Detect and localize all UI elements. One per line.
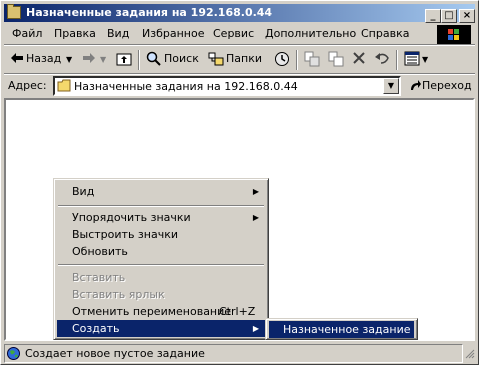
resize-grip-icon[interactable] bbox=[465, 349, 475, 362]
context-item-shortcut: Ctrl+Z bbox=[219, 305, 256, 318]
search-icon[interactable] bbox=[146, 51, 161, 69]
search-button[interactable]: Поиск bbox=[164, 52, 199, 65]
back-arrow-icon[interactable] bbox=[10, 52, 24, 67]
folder-icon bbox=[57, 79, 71, 95]
close-button[interactable]: × bbox=[459, 9, 475, 23]
menu-view[interactable]: Вид bbox=[107, 27, 129, 40]
undo-icon[interactable] bbox=[374, 51, 390, 68]
context-item-label: Вид bbox=[72, 185, 95, 198]
context-item-refresh[interactable]: Обновить bbox=[57, 243, 265, 260]
status-panel: Создает новое пустое задание bbox=[4, 344, 463, 363]
maximize-button[interactable]: □ bbox=[441, 9, 457, 23]
go-button[interactable]: Переход bbox=[422, 79, 472, 92]
menu-advanced[interactable]: Дополнительно bbox=[265, 27, 356, 40]
context-item-arrange-icons[interactable]: Упорядочить значки ▶ bbox=[57, 209, 265, 226]
submenu-item-label: Назначенное задание bbox=[283, 323, 411, 336]
context-item-label: Отменить переименование bbox=[72, 305, 232, 318]
views-dropdown-icon[interactable]: ▼ bbox=[422, 55, 428, 64]
context-item-label: Обновить bbox=[72, 245, 128, 258]
submenu-arrow-icon: ▶ bbox=[252, 187, 259, 196]
window-title: Назначенные задания на 192.168.0.44 bbox=[26, 6, 273, 19]
windows-logo-icon bbox=[437, 25, 471, 45]
folders-button[interactable]: Папки bbox=[226, 52, 262, 65]
toolbar: Назад ▼ ▼ Поиск Папки ▼ bbox=[4, 46, 475, 74]
history-icon[interactable] bbox=[274, 51, 290, 70]
menu-edit[interactable]: Правка bbox=[54, 27, 96, 40]
address-value: Назначенные задания на 192.168.0.44 bbox=[74, 80, 298, 93]
context-item-label: Упорядочить значки bbox=[72, 211, 191, 224]
context-item-line-up-icons[interactable]: Выстроить значки bbox=[57, 226, 265, 243]
context-item-undo-rename[interactable]: Отменить переименование Ctrl+Z bbox=[57, 303, 265, 320]
context-item-paste-shortcut[interactable]: Вставить ярлык bbox=[57, 286, 265, 303]
menu-file[interactable]: Файл bbox=[12, 27, 42, 40]
context-item-label: Выстроить значки bbox=[72, 228, 179, 241]
globe-icon bbox=[7, 347, 20, 363]
context-item-view[interactable]: Вид ▶ bbox=[57, 183, 265, 200]
move-to-icon[interactable] bbox=[304, 51, 320, 70]
address-input[interactable]: Назначенные задания на 192.168.0.44 ▼ bbox=[53, 76, 401, 96]
submenu-arrow-icon: ▶ bbox=[252, 213, 259, 222]
menu-bar: Файл Правка Вид Избранное Сервис Дополни… bbox=[4, 24, 475, 44]
status-text: Создает новое пустое задание bbox=[25, 347, 205, 360]
menu-help[interactable]: Справка bbox=[361, 27, 409, 40]
submenu-item-scheduled-task[interactable]: Назначенное задание bbox=[269, 321, 414, 338]
context-item-new[interactable]: Создать ▶ bbox=[57, 320, 265, 337]
explorer-window: Назначенные задания на 192.168.0.44 _ □ … bbox=[0, 0, 479, 365]
views-icon[interactable] bbox=[404, 51, 420, 69]
menu-separator bbox=[58, 264, 264, 266]
context-item-label: Вставить ярлык bbox=[72, 288, 165, 301]
menu-tools[interactable]: Сервис bbox=[213, 27, 254, 40]
folder-icon bbox=[7, 4, 21, 19]
status-bar: Создает новое пустое задание bbox=[4, 344, 475, 363]
minimize-button[interactable]: _ bbox=[425, 9, 441, 23]
context-menu: Вид ▶ Упорядочить значки ▶ Выстроить зна… bbox=[53, 178, 269, 340]
toolbar-separator bbox=[138, 50, 140, 70]
back-dropdown-icon[interactable]: ▼ bbox=[66, 55, 72, 64]
toolbar-separator bbox=[296, 50, 298, 70]
up-folder-icon[interactable] bbox=[116, 51, 132, 69]
address-bar: Адрес: Назначенные задания на 192.168.0.… bbox=[4, 74, 475, 98]
go-arrow-icon[interactable] bbox=[409, 78, 422, 94]
address-dropdown-button[interactable]: ▼ bbox=[383, 78, 399, 94]
forward-arrow-icon[interactable] bbox=[82, 52, 96, 67]
folders-icon[interactable] bbox=[208, 51, 224, 69]
context-item-label: Создать bbox=[72, 322, 120, 335]
back-button[interactable]: Назад bbox=[26, 52, 61, 65]
submenu-arrow-icon: ▶ bbox=[252, 324, 259, 333]
context-item-paste[interactable]: Вставить bbox=[57, 269, 265, 286]
copy-to-icon[interactable] bbox=[328, 51, 344, 70]
new-submenu: Назначенное задание bbox=[265, 318, 418, 340]
menu-favorites[interactable]: Избранное bbox=[142, 27, 204, 40]
menu-separator bbox=[58, 205, 264, 207]
title-bar[interactable]: Назначенные задания на 192.168.0.44 _ □ … bbox=[4, 4, 475, 23]
toolbar-separator bbox=[396, 50, 398, 70]
forward-dropdown-icon[interactable]: ▼ bbox=[100, 55, 106, 64]
delete-icon[interactable] bbox=[352, 51, 366, 68]
context-item-label: Вставить bbox=[72, 271, 126, 284]
address-label: Адрес: bbox=[8, 79, 47, 92]
